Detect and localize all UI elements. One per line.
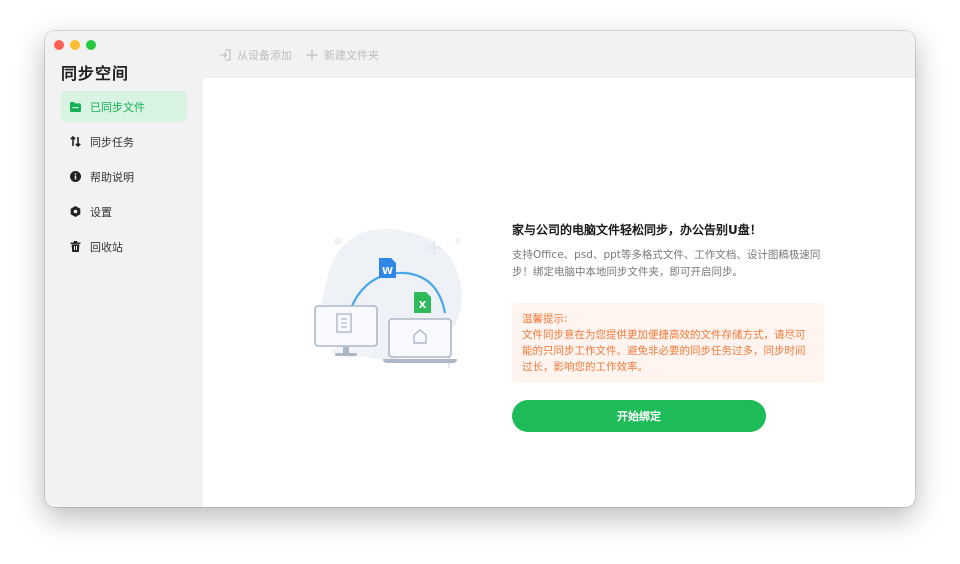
- description: 支持Office、psd、ppt等多格式文件、工作文档、设计图稿极速同步！绑定电…: [512, 249, 821, 278]
- toolbar: 从设备添加 新建文件夹: [203, 31, 915, 78]
- tip-box: 温馨提示: 文件同步意在为您提供更加便捷高效的文件存储方式，请尽可能的只同步工作…: [512, 303, 824, 383]
- tip-body: 文件同步意在为您提供更加便捷高效的文件存储方式，请尽可能的只同步工作文件。避免非…: [522, 329, 806, 373]
- main-content: W X 家与公司的电脑文件轻松同步，办公告别U盘！ 支持Office、psd、p…: [203, 78, 915, 507]
- sidebar-item-label: 回收站: [90, 240, 123, 254]
- add-from-device-button[interactable]: 从设备添加: [219, 47, 292, 63]
- import-icon: [219, 48, 231, 61]
- sidebar-item-synced-files[interactable]: 已同步文件: [61, 91, 187, 122]
- trash-icon: [69, 241, 81, 253]
- sidebar-item-label: 设置: [90, 205, 112, 219]
- sidebar-nav: 已同步文件 同步任务 帮助说明 设置 回收站: [61, 91, 187, 266]
- info-panel: 家与公司的电脑文件轻松同步，办公告别U盘！ 支持Office、psd、ppt等多…: [512, 221, 832, 432]
- new-folder-label: 新建文件夹: [324, 48, 379, 62]
- maximize-window-button[interactable]: [86, 40, 96, 50]
- window-controls: [54, 40, 96, 50]
- headline: 家与公司的电脑文件轻松同步，办公告别U盘！: [512, 223, 762, 237]
- gear-icon: [69, 206, 81, 218]
- close-window-button[interactable]: [54, 40, 64, 50]
- new-folder-button[interactable]: 新建文件夹: [306, 47, 379, 63]
- sidebar-item-label: 已同步文件: [90, 100, 145, 114]
- sidebar-item-trash[interactable]: 回收站: [61, 231, 187, 262]
- app-title: 同步空间: [61, 64, 130, 83]
- excel-file-icon: X: [419, 300, 427, 311]
- word-file-icon: W: [382, 266, 393, 277]
- sidebar-item-help[interactable]: 帮助说明: [61, 161, 187, 192]
- sidebar-item-label: 同步任务: [90, 135, 134, 149]
- minimize-window-button[interactable]: [70, 40, 80, 50]
- app-window: 同步空间 已同步文件 同步任务 帮助说明 设置 回收站 从设备添加 新建文件夹 …: [45, 31, 915, 507]
- sidebar-item-sync-tasks[interactable]: 同步任务: [61, 126, 187, 157]
- plus-icon: [306, 49, 318, 60]
- sync-illustration: W X: [314, 229, 462, 368]
- start-binding-button[interactable]: 开始绑定: [512, 400, 766, 432]
- sync-arrows-icon: [69, 136, 81, 148]
- sidebar-item-label: 帮助说明: [90, 170, 134, 184]
- info-icon: [69, 171, 81, 183]
- sidebar: 同步空间 已同步文件 同步任务 帮助说明 设置 回收站: [45, 31, 203, 507]
- folder-icon: [69, 101, 81, 113]
- tip-title: 温馨提示:: [522, 313, 568, 325]
- add-from-device-label: 从设备添加: [237, 48, 292, 62]
- sidebar-item-settings[interactable]: 设置: [61, 196, 187, 227]
